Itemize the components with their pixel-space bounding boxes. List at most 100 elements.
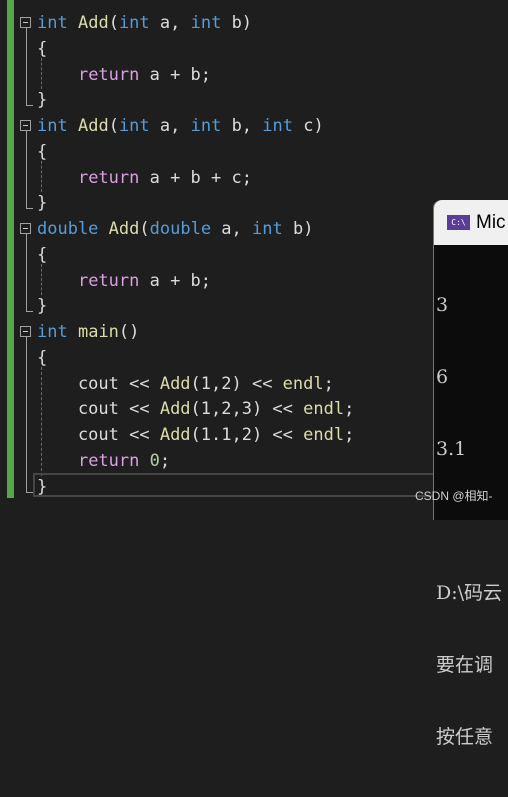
- code-token: 0: [149, 450, 160, 471]
- collapse-icon[interactable]: [20, 17, 31, 28]
- code-line[interactable]: }: [37, 293, 47, 319]
- console-icon: C:\: [447, 215, 470, 230]
- code-token: endl: [282, 373, 324, 394]
- code-token: (: [108, 13, 119, 33]
- collapse-icon[interactable]: [20, 326, 31, 337]
- code-token: cout <<: [37, 373, 160, 394]
- code-token: return: [77, 270, 140, 291]
- code-line[interactable]: {: [37, 242, 47, 268]
- code-token: int: [37, 322, 68, 342]
- code-line[interactable]: cout << Add(1.1,2) << endl;: [37, 422, 354, 448]
- code-token: return: [77, 450, 140, 471]
- code-token: a,: [149, 13, 191, 33]
- code-line[interactable]: {: [37, 139, 47, 165]
- code-token: }: [37, 296, 48, 317]
- code-token: double: [37, 219, 99, 239]
- code-token: b,: [221, 116, 263, 136]
- code-line[interactable]: int Add(int a, int b): [37, 10, 252, 36]
- console-line: 3: [436, 294, 449, 316]
- code-token: Add: [159, 425, 191, 445]
- code-line[interactable]: {: [37, 36, 47, 62]
- code-token: {: [37, 141, 48, 162]
- code-token: (1.1,2) <<: [190, 425, 304, 445]
- code-token: double: [149, 219, 212, 239]
- code-token: (): [118, 322, 140, 342]
- console-line: 3.1: [436, 438, 467, 460]
- code-token: Add: [159, 399, 191, 420]
- code-token: }: [37, 90, 48, 111]
- code-token: int: [118, 116, 150, 136]
- code-token: return: [77, 167, 140, 188]
- code-token: int: [190, 13, 222, 33]
- code-token: cout <<: [37, 425, 160, 445]
- code-token: main: [77, 322, 119, 342]
- console-line: D:\码云: [436, 582, 503, 604]
- console-title-bar[interactable]: C:\ Mic: [434, 200, 508, 245]
- code-line[interactable]: return a + b;: [37, 62, 211, 88]
- collapse-icon[interactable]: [20, 120, 31, 131]
- code-token: cout <<: [37, 399, 160, 420]
- console-line: 要在调: [436, 654, 494, 676]
- code-token: a,: [211, 219, 253, 239]
- console-window[interactable]: C:\ Mic 3 6 3.1 ​ D:\码云 要在调 按任意: [433, 200, 508, 748]
- code-token: Add: [77, 13, 109, 33]
- code-token: }: [37, 193, 48, 214]
- code-token: ;: [159, 450, 171, 471]
- fold-end: [26, 208, 33, 210]
- code-token: return: [77, 64, 140, 85]
- indent-guide: [41, 263, 42, 296]
- fold-end: [26, 491, 33, 493]
- code-token: ;: [344, 425, 355, 445]
- code-token: b): [221, 13, 253, 33]
- code-token: b): [282, 219, 314, 239]
- current-line-highlight: [33, 473, 453, 497]
- code-token: {: [37, 347, 48, 368]
- code-line[interactable]: return a + b + c;: [37, 165, 252, 191]
- code-token: a,: [149, 116, 191, 136]
- console-line: 6: [436, 366, 449, 388]
- code-token: Add: [108, 219, 140, 239]
- code-line[interactable]: }: [37, 190, 47, 216]
- code-line[interactable]: double Add(double a, int b): [37, 216, 313, 242]
- fold-end: [26, 311, 33, 313]
- code-line[interactable]: {: [37, 345, 47, 371]
- console-line: 按任意: [436, 726, 494, 748]
- code-token: {: [37, 244, 48, 265]
- code-line[interactable]: return 0;: [37, 448, 170, 474]
- code-token: a + b;: [139, 270, 212, 291]
- code-line[interactable]: cout << Add(1,2,3) << endl;: [37, 396, 354, 422]
- code-token: Add: [159, 373, 191, 394]
- watermark: CSDN @相知-: [415, 489, 493, 503]
- indent-guide: [41, 160, 42, 193]
- code-token: c): [293, 116, 324, 136]
- code-token: int: [190, 116, 222, 136]
- console-output: 3 6 3.1 ​ D:\码云 要在调 按任意: [434, 245, 508, 797]
- collapse-icon[interactable]: [20, 223, 31, 234]
- code-token: (1,2) <<: [190, 373, 283, 394]
- fold-line: [26, 28, 27, 106]
- fold-line: [26, 131, 27, 209]
- code-token: int: [37, 13, 68, 33]
- code-token: (: [108, 116, 119, 136]
- fold-line: [26, 234, 27, 312]
- code-token: ;: [323, 373, 334, 394]
- code-line[interactable]: return a + b;: [37, 268, 211, 294]
- code-token: Add: [77, 116, 109, 136]
- code-line[interactable]: cout << Add(1,2) << endl;: [37, 371, 334, 397]
- code-token: ;: [344, 399, 355, 420]
- code-token: int: [118, 13, 150, 33]
- code-line[interactable]: }: [37, 87, 47, 113]
- code-line[interactable]: int Add(int a, int b, int c): [37, 113, 324, 139]
- code-token: endl: [303, 399, 345, 420]
- code-token: a + b;: [139, 64, 212, 85]
- code-line[interactable]: int main(): [37, 319, 139, 345]
